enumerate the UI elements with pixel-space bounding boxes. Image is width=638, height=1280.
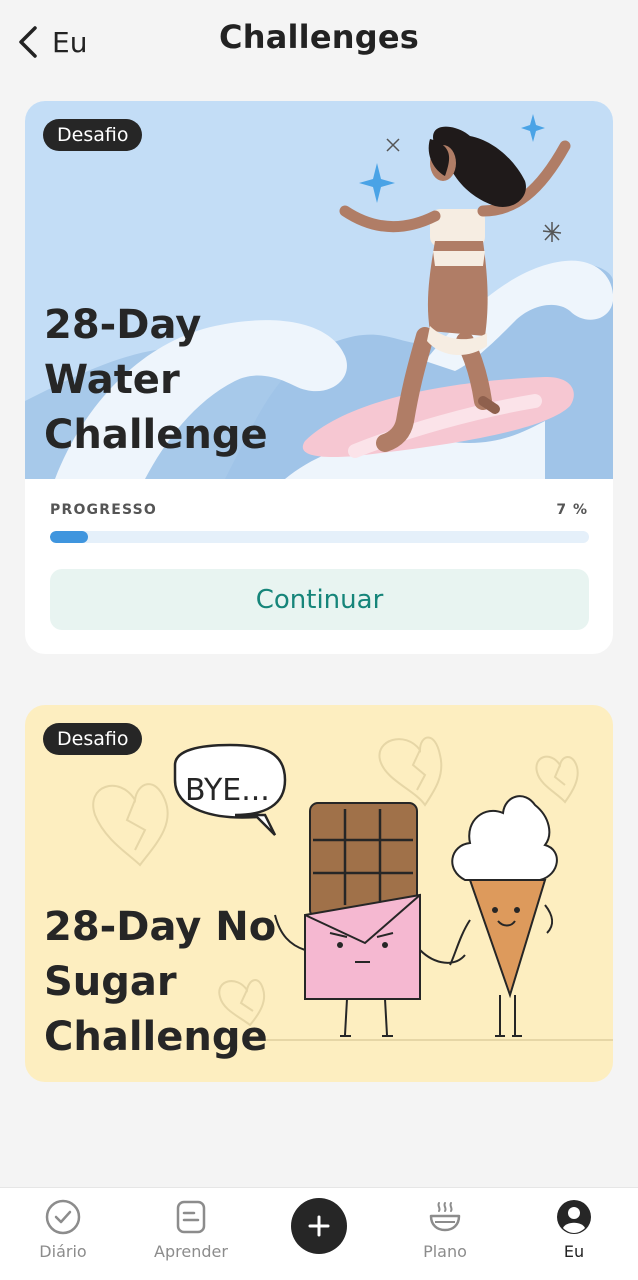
no-sugar-challenge-card[interactable]: BYE... Desafio 28-Day No Sugar Challenge — [25, 705, 613, 1082]
challenge-title: 28-Day Water Challenge — [44, 302, 268, 458]
water-challenge-card[interactable]: Desafio 28-Day Water Challenge PROGRESSO… — [25, 101, 613, 654]
nav-item-aprender[interactable]: Aprender — [136, 1188, 246, 1280]
nav-item-label: Diário — [39, 1242, 87, 1261]
nav-item-eu[interactable]: Eu — [519, 1188, 629, 1280]
bowl-icon — [429, 1202, 461, 1232]
nav-item-diario[interactable]: Diário — [8, 1188, 118, 1280]
document-icon — [176, 1200, 206, 1234]
challenge-title: 28-Day No Sugar Challenge — [44, 904, 277, 1060]
progress-bar — [50, 531, 589, 543]
progress-value: 7 % — [556, 502, 588, 518]
continue-button[interactable]: Continuar — [50, 569, 589, 630]
water-challenge-illustration: Desafio 28-Day Water Challenge — [25, 101, 613, 479]
no-sugar-challenge-illustration: BYE... Desafio 28-Day No Sugar Challenge — [25, 705, 613, 1082]
challenge-badge: Desafio — [43, 723, 143, 755]
nav-item-label: Plano — [423, 1242, 467, 1261]
plus-icon — [308, 1215, 330, 1237]
header: Eu Challenges — [0, 0, 638, 84]
progress-label: PROGRESSO — [50, 502, 158, 518]
speech-bubble-text: BYE... — [185, 773, 270, 808]
challenges-page: Eu Challenges Desafio 28-Day Water Chall… — [0, 0, 638, 1280]
nav-item-plano[interactable]: Plano — [390, 1188, 500, 1280]
page-title: Challenges — [219, 18, 419, 56]
nav-item-label: Aprender — [154, 1242, 228, 1261]
nav-item-label: Eu — [563, 1242, 585, 1261]
challenge-badge: Desafio — [43, 119, 143, 151]
user-icon — [557, 1200, 591, 1234]
check-circle-icon — [45, 1199, 81, 1235]
bottom-navigation: Diário Aprender Plano Eu — [0, 1187, 638, 1280]
progress-bar-fill — [50, 531, 88, 543]
add-button[interactable] — [291, 1198, 347, 1254]
